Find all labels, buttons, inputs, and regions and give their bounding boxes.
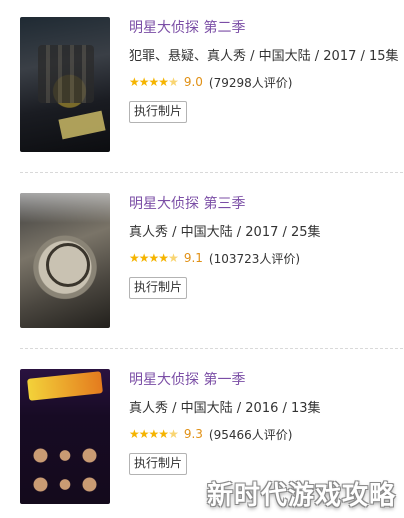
rating-count: (95466人评价) [208,427,293,442]
role-tag-button[interactable]: 执行制片 [129,101,188,123]
item-info: 明星大侦探 第一季 真人秀 / 中国大陆 / 2016 / 13集 ★ ★ ★ … [129,369,394,475]
divider [20,172,403,173]
poster-image[interactable] [20,17,110,152]
rating-row: ★ ★ ★ ★ ★ 9.3 (95466人评价) [129,424,394,444]
poster-image[interactable] [20,193,110,328]
star-icon: ★ [138,75,150,89]
rating-row: ★ ★ ★ ★ ★ 9.0 (79298人评价) [129,72,394,92]
star-icon: ★ [158,75,169,89]
star-rating-icon: ★ ★ ★ ★ ★ [129,75,179,89]
item-title-link[interactable]: 明星大侦探 第一季 [129,370,394,390]
item-title-link[interactable]: 明星大侦探 第三季 [129,194,394,214]
rating-row: ★ ★ ★ ★ ★ 9.1 (103723人评价) [129,248,394,268]
half-star-icon: ★ [168,75,179,89]
rating-score: 9.1 [183,251,203,265]
poster-image[interactable] [20,369,110,504]
star-icon: ★ [158,251,169,265]
item-info: 明星大侦探 第三季 真人秀 / 中国大陆 / 2017 / 25集 ★ ★ ★ … [129,193,394,299]
watermark-text: 新时代游戏攻略 [206,481,396,511]
rating-count: (79298人评价) [208,75,293,90]
role-tag-button[interactable]: 执行制片 [129,277,188,299]
star-icon: ★ [129,427,140,441]
list-item: 明星大侦探 第三季 真人秀 / 中国大陆 / 2017 / 25集 ★ ★ ★ … [0,176,404,328]
star-icon: ★ [138,427,150,441]
divider [20,348,403,349]
results-list: 明星大侦探 第二季 犯罪、悬疑、真人秀 / 中国大陆 / 2017 / 15集 … [0,0,404,518]
star-icon: ★ [148,75,160,89]
star-icon: ★ [148,427,160,441]
rating-score: 9.3 [183,427,203,441]
item-info: 明星大侦探 第二季 犯罪、悬疑、真人秀 / 中国大陆 / 2017 / 15集 … [129,17,399,123]
star-icon: ★ [129,75,140,89]
star-icon: ★ [158,427,169,441]
star-rating-icon: ★ ★ ★ ★ ★ [129,427,179,441]
star-rating-icon: ★ ★ ★ ★ ★ [129,251,179,265]
half-star-icon: ★ [168,251,179,265]
item-title-link[interactable]: 明星大侦探 第二季 [129,18,394,38]
rating-score: 9.0 [183,75,203,89]
half-star-icon: ★ [168,427,179,441]
item-meta: 真人秀 / 中国大陆 / 2017 / 25集 [129,225,321,240]
star-icon: ★ [148,251,160,265]
item-meta: 犯罪、悬疑、真人秀 / 中国大陆 / 2017 / 15集 [129,49,399,64]
list-item: 明星大侦探 第二季 犯罪、悬疑、真人秀 / 中国大陆 / 2017 / 15集 … [0,0,404,152]
star-icon: ★ [129,251,140,265]
star-icon: ★ [138,251,150,265]
role-tag-button[interactable]: 执行制片 [129,453,188,475]
rating-count: (103723人评价) [208,251,301,266]
item-meta: 真人秀 / 中国大陆 / 2016 / 13集 [129,401,321,416]
